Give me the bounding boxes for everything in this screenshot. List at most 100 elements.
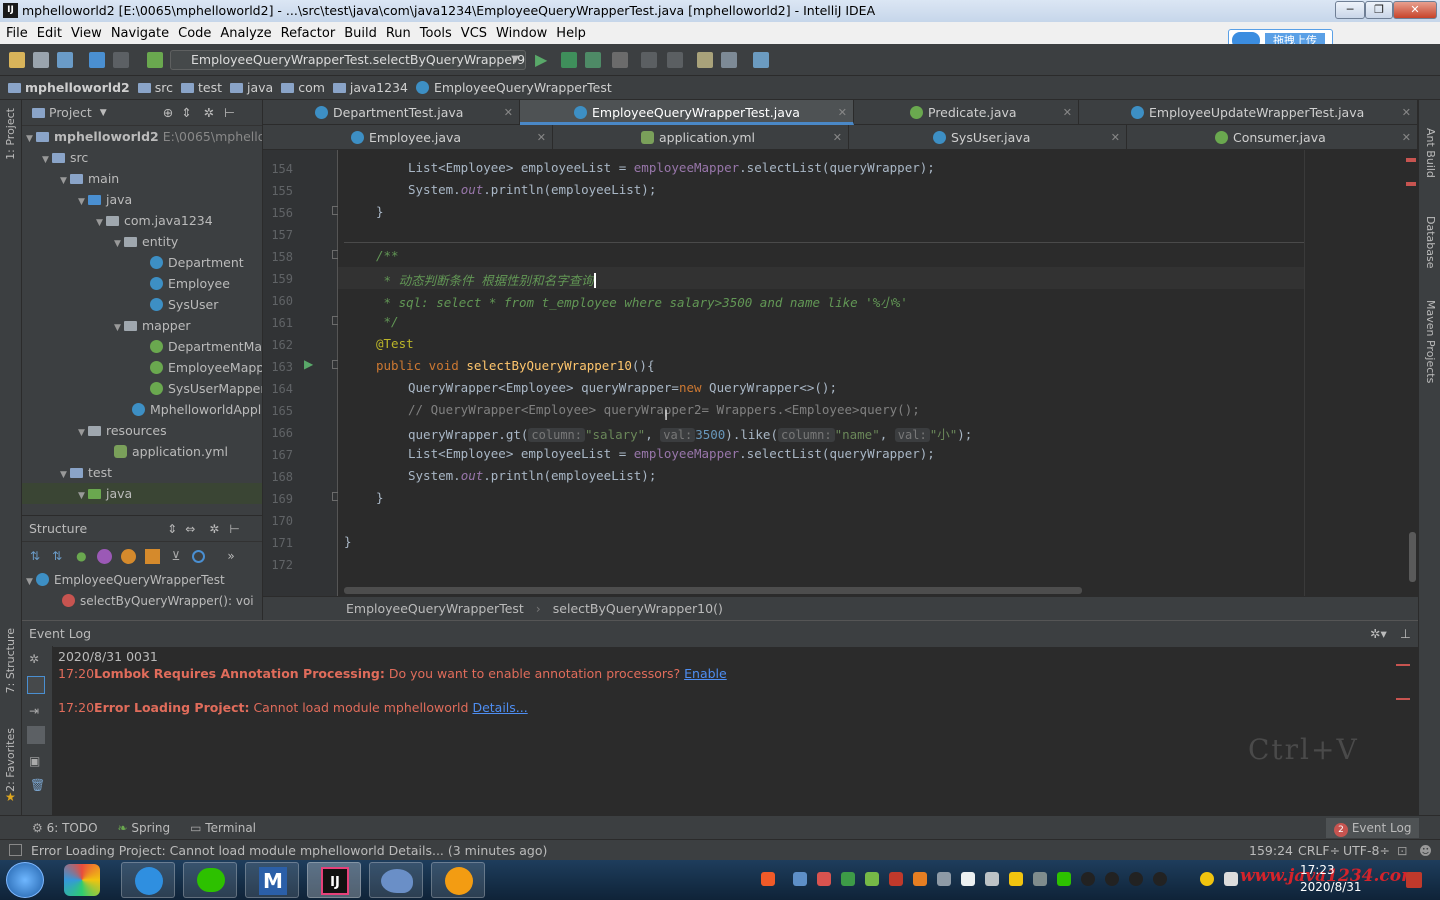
- tree-item[interactable]: application.yml: [22, 441, 262, 462]
- anonymous-icon[interactable]: ⊻: [172, 549, 181, 563]
- taskbar-mysql-app[interactable]: [369, 862, 423, 898]
- tree-item[interactable]: ▼ mphelloworld2 E:\0065\mphello: [22, 126, 262, 147]
- tray-icon[interactable]: [937, 872, 951, 886]
- chevron-down-icon[interactable]: ▼: [100, 100, 107, 126]
- run-configuration-select[interactable]: EmployeeQueryWrapperTest.selectByQueryWr…: [170, 50, 526, 70]
- settings-wrench-icon[interactable]: [697, 52, 713, 68]
- horizontal-scrollbar[interactable]: [344, 587, 1082, 594]
- notification-icon[interactable]: [1406, 872, 1422, 888]
- taskbar-intellij-app[interactable]: IJ: [307, 862, 361, 898]
- tray-icon[interactable]: [913, 872, 927, 886]
- hide-icon[interactable]: ⊥: [1400, 621, 1411, 647]
- sync-icon[interactable]: [57, 52, 73, 68]
- close-icon[interactable]: ✕: [1111, 125, 1120, 150]
- tab-consumer[interactable]: Consumer.java ✕: [1127, 125, 1418, 150]
- menu-refactor[interactable]: Refactor: [281, 26, 336, 41]
- tree-item[interactable]: ▼ src: [22, 147, 262, 168]
- file-encoding[interactable]: UTF-8÷: [1343, 843, 1390, 858]
- maximize-button[interactable]: ❐: [1365, 1, 1393, 19]
- terminal-tab[interactable]: ▭ Terminal: [190, 821, 256, 835]
- close-icon[interactable]: ✕: [1402, 100, 1411, 125]
- tree-item[interactable]: ▼ java: [22, 189, 262, 210]
- tree-item[interactable]: Department: [22, 252, 262, 273]
- tree-item[interactable]: ▼ resources: [22, 420, 262, 441]
- enable-link[interactable]: Enable: [684, 666, 727, 681]
- gear-icon[interactable]: ✲: [204, 100, 214, 126]
- tree-item[interactable]: Employee: [22, 273, 262, 294]
- tree-item[interactable]: ▼ entity: [22, 231, 262, 252]
- stop-icon[interactable]: [612, 52, 628, 68]
- shield-tray-icon[interactable]: [841, 872, 855, 886]
- menu-navigate[interactable]: Navigate: [111, 26, 169, 41]
- close-icon[interactable]: ✕: [537, 125, 546, 150]
- target-icon[interactable]: ⊕: [163, 100, 173, 126]
- menu-build[interactable]: Build: [344, 26, 377, 41]
- attach-icon[interactable]: [641, 52, 657, 68]
- lock-icon[interactable]: ⊡: [1397, 843, 1407, 858]
- save-icon[interactable]: [33, 52, 49, 68]
- tab-employee-update-wrapper-test[interactable]: EmployeeUpdateWrapperTest.java ✕: [1079, 100, 1418, 125]
- hide-icon[interactable]: ⊢: [229, 522, 239, 536]
- gear-icon[interactable]: ✲▾: [1370, 621, 1387, 647]
- qq-tray-icon[interactable]: [1081, 872, 1095, 886]
- close-button[interactable]: ✕: [1393, 1, 1437, 19]
- tray-icon[interactable]: [1200, 872, 1214, 886]
- tray-icon[interactable]: [1009, 872, 1023, 886]
- menu-vcs[interactable]: VCS: [461, 26, 487, 41]
- breadcrumb-project[interactable]: mphelloworld2: [8, 80, 130, 95]
- collapse-icon[interactable]: ⇕: [181, 100, 191, 126]
- favorites-tool-button[interactable]: 2: Favorites: [4, 728, 17, 792]
- tray-icon[interactable]: [961, 872, 975, 886]
- structure-method-item[interactable]: selectByQueryWrapper(): voi: [22, 591, 262, 612]
- details-link[interactable]: Details...: [472, 700, 527, 715]
- menu-run[interactable]: Run: [386, 26, 411, 41]
- editor-breadcrumb-method[interactable]: selectByQueryWrapper10(): [553, 601, 723, 616]
- collapse-icon[interactable]: ⇔: [185, 522, 195, 536]
- tree-item[interactable]: ▼ main: [22, 168, 262, 189]
- structure-class-item[interactable]: ▼ EmployeeQueryWrapperTest: [22, 570, 262, 591]
- hide-icon[interactable]: ⊢: [224, 100, 235, 126]
- profile-icon[interactable]: [667, 52, 683, 68]
- more-icon[interactable]: »: [227, 549, 234, 563]
- ant-build-tool-button[interactable]: Ant Build: [1424, 128, 1437, 178]
- tab-employee[interactable]: Employee.java ✕: [263, 125, 553, 150]
- project-tool-button[interactable]: 1: Project: [4, 108, 17, 160]
- todo-tab[interactable]: ⚙ 6: TODO: [32, 821, 98, 835]
- bell-tray-icon[interactable]: [985, 872, 999, 886]
- minimize-button[interactable]: ─: [1335, 1, 1365, 19]
- coverage-icon[interactable]: [585, 52, 601, 68]
- qq-tray-icon[interactable]: [1129, 872, 1143, 886]
- tray-icon[interactable]: [865, 872, 879, 886]
- line-separator[interactable]: CRLF÷: [1298, 843, 1340, 858]
- scroll-end-icon[interactable]: ⇥: [29, 704, 39, 718]
- menu-tools[interactable]: Tools: [420, 26, 452, 41]
- debug-icon[interactable]: [561, 52, 577, 68]
- tree-item[interactable]: DepartmentMap: [22, 336, 262, 357]
- menu-file[interactable]: File: [6, 26, 28, 41]
- breadcrumb-com[interactable]: com: [281, 80, 325, 95]
- tab-department-test[interactable]: DepartmentTest.java ✕: [263, 100, 520, 125]
- taskbar-browser-app[interactable]: [121, 862, 175, 898]
- menu-edit[interactable]: Edit: [37, 26, 62, 41]
- breadcrumb-class[interactable]: EmployeeQueryWrapperTest: [415, 80, 612, 95]
- trash-icon[interactable]: 🗑: [30, 778, 45, 792]
- tab-sysuser[interactable]: SysUser.java ✕: [849, 125, 1127, 150]
- caret-position[interactable]: 159:24: [1249, 843, 1293, 858]
- menu-window[interactable]: Window: [496, 26, 547, 41]
- menu-help[interactable]: Help: [556, 26, 586, 41]
- tree-item[interactable]: ▼ mapper: [22, 315, 262, 336]
- hector-icon[interactable]: ☻: [1419, 843, 1432, 858]
- tray-icon[interactable]: [817, 872, 831, 886]
- editor-gutter[interactable]: 154 155 156 157 158 159 160 161 162 163 …: [263, 150, 363, 596]
- taskbar-recorder-app[interactable]: [431, 862, 485, 898]
- tree-item[interactable]: ▼ java: [22, 483, 262, 504]
- lambda-icon[interactable]: [144, 548, 160, 564]
- maven-tool-button[interactable]: Maven Projects: [1424, 300, 1437, 383]
- qq-tray-icon[interactable]: [1153, 872, 1167, 886]
- menu-code[interactable]: Code: [178, 26, 211, 41]
- close-icon[interactable]: ✕: [1402, 125, 1411, 150]
- print-icon[interactable]: ▣: [29, 754, 40, 768]
- sort-type-icon[interactable]: ⇅: [52, 549, 62, 563]
- sdk-icon[interactable]: [753, 52, 769, 68]
- tree-item[interactable]: SysUserMapper: [22, 378, 262, 399]
